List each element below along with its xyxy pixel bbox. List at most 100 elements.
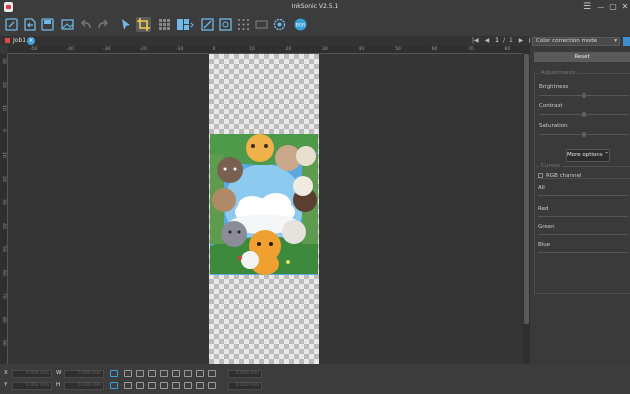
- saturation-knob[interactable]: [582, 132, 586, 137]
- align-bottom-icon[interactable]: [184, 370, 192, 377]
- y-field[interactable]: 0.000 mm: [12, 382, 52, 390]
- blue-curve-slider[interactable]: [538, 252, 628, 253]
- ruler-tick-label: -30: [103, 47, 111, 52]
- prev-page-button[interactable]: ◀: [485, 37, 490, 44]
- h-field[interactable]: 0.000 mm: [64, 382, 104, 390]
- grid-icon[interactable]: [157, 17, 172, 32]
- send-back-icon[interactable]: [160, 382, 168, 389]
- next-page-button[interactable]: ▶: [519, 37, 524, 44]
- document-color-icon: [5, 38, 10, 43]
- ruler-tick-label: 50: [395, 47, 401, 52]
- new-file-icon[interactable]: [4, 17, 19, 32]
- crop-icon[interactable]: [136, 17, 151, 32]
- horizontal-ruler: -50-40-30-20-100102030405060708090: [8, 46, 547, 54]
- distribute-v-icon[interactable]: [208, 370, 216, 377]
- document-tab[interactable]: Job1: [2, 37, 29, 45]
- offset-y-field[interactable]: 0.000 mm: [228, 382, 262, 390]
- flip-v-icon[interactable]: [184, 382, 192, 389]
- document-tab-label: Job1: [13, 37, 27, 44]
- ruler-tick-label: 70: [1, 293, 6, 299]
- ruler-tick-label: 0: [1, 128, 6, 132]
- contrast-label: Contrast: [539, 103, 563, 109]
- more-options-button[interactable]: More options ⌃: [566, 149, 610, 162]
- w-label: W: [56, 370, 62, 376]
- y-label: Y: [4, 382, 8, 388]
- reset-button[interactable]: Reset: [534, 52, 630, 62]
- dot-grid-icon[interactable]: [236, 17, 251, 32]
- menu-icon[interactable]: ☰: [580, 2, 594, 12]
- svg-text:BGR: BGR: [296, 23, 306, 29]
- flip-h-icon[interactable]: [172, 382, 180, 389]
- rotate-icon[interactable]: [196, 382, 204, 389]
- saturation-slider[interactable]: [539, 132, 629, 137]
- close-window-button[interactable]: ✕: [618, 2, 630, 12]
- fit-page-icon[interactable]: [200, 17, 215, 32]
- green-curve-slider[interactable]: [538, 234, 628, 235]
- ruler-tick-label: 20: [1, 81, 6, 88]
- ruler-tick-label: 20: [1, 175, 6, 182]
- contrast-slider[interactable]: [539, 112, 629, 117]
- ruler-tick-label: 60: [431, 47, 438, 52]
- ungroup-icon[interactable]: [136, 382, 144, 389]
- fit-icon[interactable]: [208, 382, 216, 389]
- import-icon[interactable]: [22, 17, 37, 32]
- ruler-tick-label: 50: [1, 246, 6, 252]
- select-pointer-icon[interactable]: [118, 17, 133, 32]
- red-curve-slider[interactable]: [538, 216, 628, 217]
- main-toolbar: BGR: [0, 14, 630, 36]
- vertical-ruler: 3020100102030405060708090100: [0, 54, 8, 372]
- undo-icon[interactable]: [78, 17, 93, 32]
- ruler-tick-label: 40: [358, 47, 365, 52]
- first-page-button[interactable]: |◀: [472, 37, 479, 44]
- snap-icon[interactable]: BGR: [293, 17, 308, 32]
- align-left-icon[interactable]: [124, 370, 132, 377]
- distribute-h-icon[interactable]: [196, 370, 204, 377]
- ruler-tick-label: 80: [504, 47, 511, 52]
- ruler-tick-label: -10: [176, 47, 184, 52]
- ruler-tick-label: -40: [66, 47, 74, 52]
- link-icon[interactable]: [110, 382, 118, 389]
- brightness-label: Brightness: [539, 84, 569, 90]
- page-separator: /: [502, 37, 505, 44]
- align-right-icon[interactable]: [148, 370, 156, 377]
- mode-select[interactable]: Color correction mode: [532, 37, 620, 46]
- close-document-button[interactable]: ×: [27, 37, 35, 45]
- brightness-knob[interactable]: [582, 93, 586, 98]
- lock-ratio-icon[interactable]: [110, 370, 118, 377]
- vertical-scrollbar[interactable]: [523, 46, 530, 364]
- x-field[interactable]: 0.000 mm: [12, 370, 52, 378]
- magic-wand-icon[interactable]: [272, 17, 287, 32]
- ruler-tick-label: -20: [139, 47, 147, 52]
- rgb-channel-checkbox[interactable]: [538, 173, 543, 178]
- current-page: 1: [495, 37, 499, 44]
- image-icon[interactable]: [60, 17, 75, 32]
- w-field[interactable]: 0.000 mm: [64, 370, 104, 378]
- redo-icon[interactable]: [96, 17, 111, 32]
- app-window: InkSonic V2.5.1 ☰ — ▢ ✕ BGR Job1 × |◀ ◀ …: [0, 0, 630, 394]
- group-icon[interactable]: [124, 382, 132, 389]
- offset-x-field[interactable]: 0.000 mm: [228, 370, 262, 378]
- artwork-image[interactable]: [210, 134, 318, 275]
- align-top-icon[interactable]: [160, 370, 168, 377]
- layout-icon[interactable]: [176, 17, 194, 32]
- ruler-tick-label: 10: [1, 152, 6, 158]
- ruler-tick-label: 80: [1, 316, 6, 323]
- total-pages: 1: [508, 37, 513, 44]
- ruler-tick-label: 60: [1, 269, 6, 276]
- bring-front-icon[interactable]: [148, 382, 156, 389]
- h-label: H: [56, 382, 61, 388]
- ruler-tick-label: 40: [1, 222, 6, 229]
- align-center-icon[interactable]: [136, 370, 144, 377]
- panel-toggle-icon[interactable]: [623, 37, 630, 46]
- curves-group: Curves: [534, 163, 630, 294]
- scrollbar-thumb[interactable]: [524, 54, 529, 324]
- zoom-fit-icon[interactable]: [218, 17, 233, 32]
- brightness-slider[interactable]: [539, 93, 629, 98]
- align-middle-icon[interactable]: [172, 370, 180, 377]
- saturation-label: Saturation: [539, 123, 568, 129]
- ruler-tick-label: 30: [1, 58, 6, 64]
- preview-icon[interactable]: [254, 17, 269, 32]
- save-icon[interactable]: [40, 17, 55, 32]
- contrast-knob[interactable]: [582, 112, 586, 117]
- all-curve-slider[interactable]: [538, 195, 628, 196]
